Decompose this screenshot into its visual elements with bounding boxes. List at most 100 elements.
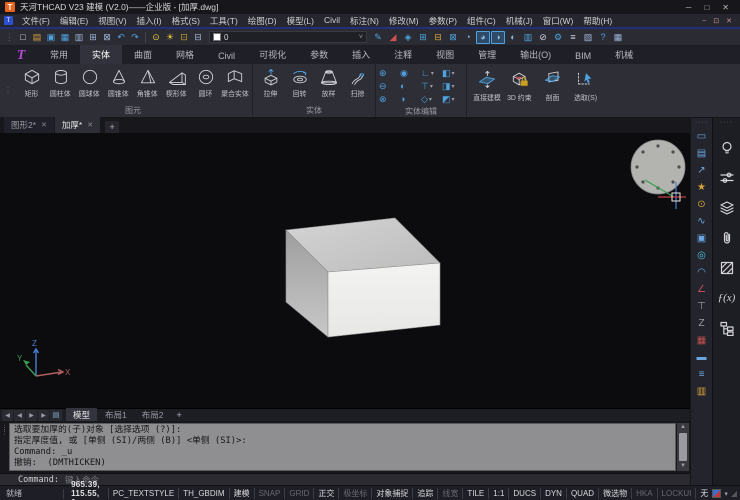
ribbon-button[interactable]: 聚合实体 <box>220 65 249 99</box>
orbit-tool-icon[interactable]: ◎ <box>694 249 709 262</box>
image-frame-icon[interactable]: ▧ <box>581 31 595 44</box>
menu-item[interactable]: 参数(P) <box>424 15 462 27</box>
menu-item[interactable]: 格式(S) <box>167 15 205 27</box>
pipe-tee-icon[interactable]: ⊤ <box>694 300 709 313</box>
viewport[interactable]: Z X Y <box>0 133 690 408</box>
status-toggle-无[interactable]: 无 <box>695 488 712 499</box>
clean-screen-icon[interactable]: ⊘ <box>536 31 550 44</box>
fields-list-icon[interactable]: ≡ <box>566 31 580 44</box>
shell-solid-button[interactable]: ◉ <box>400 69 421 78</box>
layer-sun-icon[interactable]: ☀ <box>163 31 177 44</box>
status-toggle-LOCKUI[interactable]: LOCKUI <box>657 488 696 499</box>
menu-item[interactable]: 帮助(H) <box>578 15 617 27</box>
face-edit-button[interactable]: ◧ ▾ <box>442 69 463 78</box>
menu-item[interactable]: 机械(J) <box>501 15 538 27</box>
ribbon-button[interactable]: 矩形 <box>17 65 46 99</box>
ribbon-button[interactable]: 拉伸 <box>256 65 285 99</box>
menu-item[interactable]: 窗口(W) <box>538 15 579 27</box>
layout-tab-模型[interactable]: 模型 <box>66 408 97 422</box>
redo-icon[interactable]: ↷ <box>128 31 142 44</box>
layer-lock-icon[interactable]: ⊡ <box>177 31 191 44</box>
bool-intersect-button[interactable]: ⊗ <box>379 95 400 104</box>
ribbon-button[interactable]: 圆球体 <box>75 65 104 99</box>
menu-item[interactable]: 文件(F) <box>17 15 55 27</box>
command-drag-handle[interactable]: ⋮⋮ <box>0 423 9 471</box>
ribbon-tab-网格[interactable]: 网格 <box>164 45 206 64</box>
command-history[interactable]: 选取要加厚的(子)对象 [选择选项 (?)]:指定厚度值, 或 [单侧 (SI)… <box>9 423 676 471</box>
check-solid-button[interactable]: ◑ <box>400 95 421 104</box>
command-scrollbar[interactable]: ▲ ▼ <box>677 423 689 471</box>
status-toggle-DYN[interactable]: DYN <box>540 488 566 499</box>
layout-tab-布局2[interactable]: 布局2 <box>135 408 171 422</box>
status-toggle-微选物[interactable]: 微选物 <box>598 488 631 499</box>
match-properties-icon[interactable]: ✎ <box>371 31 385 44</box>
ribbon-tab-Civil[interactable]: Civil <box>206 48 247 64</box>
minimize-button[interactable]: ─ <box>686 3 692 12</box>
undo-icon[interactable]: ↶ <box>114 31 128 44</box>
wall-tool-icon[interactable]: ▥ <box>694 385 709 398</box>
z-section-icon[interactable]: Z <box>694 317 709 330</box>
bulb-icon[interactable] <box>718 139 736 156</box>
menu-item[interactable]: 插入(I) <box>132 15 167 27</box>
status-toggle-QUAD[interactable]: QUAD <box>566 488 598 499</box>
layer-plot-style-icon[interactable]: ⊟ <box>191 31 205 44</box>
menu-item[interactable]: Civil <box>319 15 345 27</box>
layer-light-on-icon[interactable]: ⊙ <box>149 31 163 44</box>
status-toggle-DUCS[interactable]: DUCS <box>508 488 540 499</box>
menu-item[interactable]: 工具(T) <box>205 15 243 27</box>
menu-item[interactable]: 标注(N) <box>345 15 384 27</box>
ribbon-button[interactable]: 圆柱体 <box>46 65 75 99</box>
menu-item[interactable]: 修改(M) <box>384 15 424 27</box>
ribbon-tab-管理[interactable]: 管理 <box>466 45 508 64</box>
ribbon-button[interactable]: 剖面 <box>536 65 569 103</box>
status-toggle-1:1[interactable]: 1:1 <box>488 488 508 499</box>
point-light-icon[interactable]: ⊙ <box>694 198 709 211</box>
publish-icon[interactable]: ⊠ <box>100 31 114 44</box>
open-folder-icon[interactable]: ▤ <box>30 31 44 44</box>
ribbon-button[interactable]: 回转 <box>285 65 314 99</box>
ribbon-tab-注释[interactable]: 注释 <box>382 45 424 64</box>
status-toggle-极坐标[interactable]: 极坐标 <box>338 488 371 499</box>
doc-restore-button[interactable]: ⊡ <box>713 17 719 25</box>
ribbon-button[interactable]: 圆锥体 <box>104 65 133 99</box>
ribbon-button[interactable]: 扫掠 <box>343 65 372 99</box>
ribbon-button[interactable]: 角锥体 <box>133 65 162 99</box>
ribbon-tab-曲面[interactable]: 曲面 <box>122 45 164 64</box>
ribbon-button[interactable]: 楔形体 <box>162 65 191 99</box>
status-toggle-GRID[interactable]: GRID <box>284 488 313 499</box>
ribbon-button[interactable]: 选取(S) <box>569 65 602 103</box>
layer-freeze-icon[interactable]: ⊠ <box>446 31 460 44</box>
workspace-switch-icon[interactable] <box>712 489 721 498</box>
ribbon-tab-插入[interactable]: 插入 <box>340 45 382 64</box>
edge-corner-button[interactable]: ∟ ▾ <box>421 69 442 78</box>
document-tab[interactable]: 加厚* ✕ <box>55 117 100 133</box>
toolbar-drag-handle[interactable]: ···· <box>720 120 733 126</box>
ribbon-tab-输出(O)[interactable]: 输出(O) <box>508 45 563 64</box>
ribbon-tab-参数[interactable]: 参数 <box>298 45 340 64</box>
hierarchy-icon[interactable] <box>718 319 736 336</box>
ribbon-tab-常用[interactable]: 常用 <box>38 45 80 64</box>
ribbon-button[interactable]: 3D 约束 <box>503 65 536 103</box>
fillet-edge-button[interactable]: ◇ ▾ <box>421 95 442 104</box>
layout-nav-last-button[interactable]: ▶ <box>38 410 49 421</box>
print-icon[interactable]: ⊞ <box>86 31 100 44</box>
doc-minimize-button[interactable]: – <box>702 17 706 25</box>
angle-measure-icon[interactable]: ∠ <box>694 283 709 296</box>
status-toggle-建模[interactable]: 建模 <box>229 488 254 499</box>
toolbar-drag-handle[interactable]: ···· <box>695 120 708 126</box>
scrollbar-thumb[interactable] <box>679 433 687 461</box>
box-check-icon[interactable]: ▦ <box>694 334 709 347</box>
close-icon[interactable]: ✕ <box>41 121 47 129</box>
new-document-tab-button[interactable]: + <box>105 121 119 133</box>
view-ne-icon[interactable]: ◑ <box>491 31 505 44</box>
viewport-config-icon[interactable]: ▭ <box>694 130 709 143</box>
ribbon-button[interactable]: 圆环 <box>191 65 220 99</box>
menu-item[interactable]: 绘图(D) <box>243 15 282 27</box>
ribbon-tab-视图[interactable]: 视图 <box>424 45 466 64</box>
menu-item[interactable]: 编辑(E) <box>55 15 93 27</box>
layer-dropdown[interactable]: 0 ˅ <box>209 31 367 43</box>
view-sw-icon[interactable]: ◔ <box>461 31 475 44</box>
save-all-icon[interactable]: ▦ <box>58 31 72 44</box>
status-toggle-正交[interactable]: 正交 <box>313 488 338 499</box>
status-toggle-追踪[interactable]: 追踪 <box>412 488 437 499</box>
